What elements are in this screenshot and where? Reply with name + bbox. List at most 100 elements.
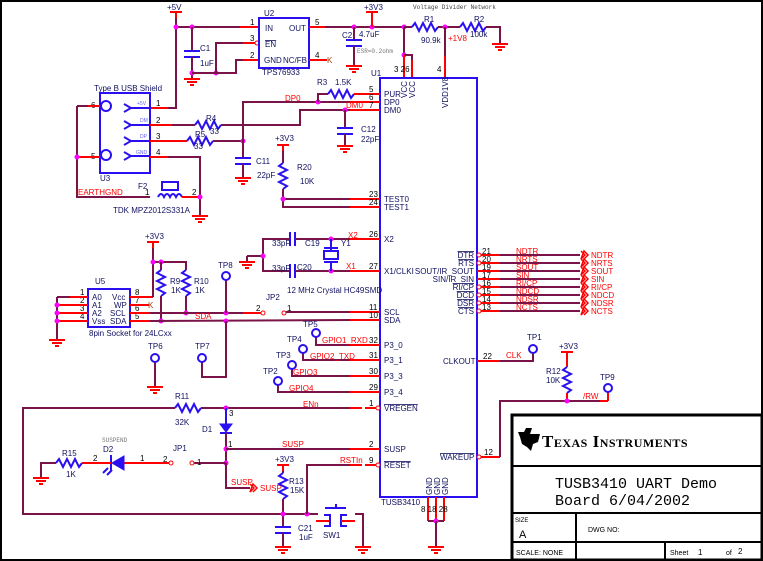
- u1-right-pins: 21DTR NDTR NDTR20RTS NRTS NRTS19SOUT/IR_SOUT…: [415, 247, 614, 316]
- no-connect-icon: K: [148, 301, 154, 310]
- jp2-pin-2[interactable]: [260, 310, 266, 316]
- tp1-testpoint[interactable]: [528, 344, 538, 354]
- pin-number: 3: [156, 132, 161, 141]
- pin-number: 2: [256, 304, 261, 313]
- dwg-no-label: DWG NO:: [588, 527, 620, 534]
- offpage-connector-icon: [580, 290, 589, 300]
- jp1-pin-2[interactable]: [168, 460, 174, 466]
- jp1-ref: JP1: [173, 444, 187, 453]
- r20-ref: R20: [297, 163, 312, 172]
- r1-resistor: [411, 22, 439, 32]
- regulator-section: +5V C1 1uF U2 TPS76933 IN EN GND OUT NC/…: [150, 3, 404, 109]
- f2-part: TDK MPZ2012S331A: [113, 206, 191, 215]
- drawing-title-line1: TUSB3410 UART Demo: [555, 476, 717, 493]
- pin-number: 30: [369, 367, 378, 376]
- inversion-bubble: [476, 260, 482, 266]
- u2-pin-out: OUT: [289, 24, 306, 33]
- pin-number: 32: [369, 336, 378, 345]
- tp4-ref: TP4: [287, 335, 302, 344]
- pin-number: 1: [228, 440, 233, 449]
- pin-number: 1: [156, 99, 161, 108]
- tp8-testpoint[interactable]: [221, 271, 231, 281]
- r2-ref: R2: [474, 15, 485, 24]
- u1-pin-reset: RESET: [384, 461, 411, 470]
- pin-number: 1: [197, 458, 202, 467]
- tp4-testpoint[interactable]: [298, 344, 308, 354]
- u1-pin-p3-0: P3_0: [384, 341, 403, 350]
- y1-crystal: [323, 250, 339, 260]
- tp6-ref: TP6: [148, 342, 163, 351]
- usb-data-path: R4 33 R5 33 R3 1.5K DP0 DM0 C11 22pF C12…: [150, 78, 379, 208]
- size-value: A: [519, 529, 527, 541]
- r1-value: 90.9k: [421, 36, 442, 45]
- c11-ref: C11: [256, 157, 271, 166]
- offpage-connector-icon: [580, 306, 589, 316]
- pin-number: 1: [250, 18, 255, 27]
- sw1-ref: SW1: [323, 531, 341, 540]
- r4-value: 33: [210, 127, 219, 136]
- d2-label: SUSPEND: [102, 437, 128, 444]
- u5-ref: U5: [95, 277, 106, 286]
- sheet-label: Sheet: [670, 550, 688, 557]
- u1-pin-dm0: DM0: [384, 106, 401, 115]
- net-rstin: RSTIn: [340, 456, 363, 465]
- r12-ref: R12: [546, 367, 561, 376]
- c21-ref: C21: [298, 524, 313, 533]
- u1-pin-cts: CTS: [458, 307, 474, 316]
- inversion-bubble: [476, 300, 482, 306]
- u2-pin-en: EN: [265, 40, 276, 49]
- u1-pin-x1-clki: X1/CLKI: [384, 267, 414, 276]
- u3-label-gnd: GND: [136, 150, 148, 156]
- divider-title: Voltage Divider Network: [413, 4, 496, 11]
- c20-ref: C20: [297, 263, 312, 272]
- power-3v3-label: +3V3: [275, 455, 294, 464]
- r10-ref: R10: [194, 277, 209, 286]
- net-susp-offpage: SUSP: [231, 478, 253, 487]
- power-3v3-label: +3V3: [145, 232, 164, 241]
- power-3v3-label: +3V3: [364, 3, 383, 12]
- net-sda: SDA: [195, 312, 212, 321]
- pin-number: 4: [156, 148, 161, 157]
- net-rw: /RW: [583, 392, 599, 401]
- pin-number: 7: [369, 101, 374, 110]
- c12-value: 22pF: [361, 135, 379, 144]
- tp7-testpoint[interactable]: [197, 353, 207, 363]
- net-earthgnd: EARTHGND: [78, 188, 123, 197]
- crystal-description: 12 MHz Crystal HC49SMD: [287, 286, 382, 295]
- tp9-testpoint[interactable]: [603, 383, 613, 393]
- d2-led: [111, 455, 125, 471]
- sheet-total: 2: [738, 547, 743, 556]
- u1-pin-gnd: GND: [441, 477, 450, 495]
- u1-pin-vdd: VDD1V8: [441, 76, 450, 108]
- r10-resistor: [181, 269, 191, 297]
- d2-ref: D2: [103, 445, 114, 454]
- r2-value: 100k: [470, 30, 488, 39]
- jp1-pin-1[interactable]: [189, 460, 195, 466]
- pin-number: 22: [483, 352, 492, 361]
- sw1-pushbutton[interactable]: [316, 504, 355, 527]
- power-3v3-label: +3V3: [275, 134, 294, 143]
- u5-pin-sda: SDA: [110, 317, 127, 326]
- u2-pin-gnd: GND: [264, 56, 282, 65]
- tp2-testpoint[interactable]: [273, 376, 283, 386]
- u3-label-dp: DP: [140, 134, 148, 140]
- pin-number: 26: [369, 230, 378, 239]
- r4-ref: R4: [206, 114, 217, 123]
- jp2-pin-1[interactable]: [281, 310, 287, 316]
- power-5v-label: +5V: [167, 3, 182, 12]
- tp5-testpoint[interactable]: [311, 328, 321, 338]
- u5-pin-vss: Vss: [92, 317, 105, 326]
- r9-ref: R9: [170, 277, 181, 286]
- tp1-ref: TP1: [527, 333, 542, 342]
- u5-description: 8pin Socket for 24LCxx: [89, 329, 172, 338]
- tp6-testpoint[interactable]: [150, 353, 160, 363]
- c20-value: 33pF: [272, 264, 290, 273]
- company-name: Texas Instruments: [542, 432, 688, 451]
- net-gpio2-txd: GPIO2_TXD: [310, 352, 355, 361]
- voltage-divider: Voltage Divider Network R1 90.9k +1V8 R2…: [394, 4, 509, 78]
- r13-ref: R13: [289, 477, 304, 486]
- u3-label-dm: DM: [140, 118, 148, 124]
- tp8-ref: TP8: [218, 261, 233, 270]
- r11-ref: R11: [175, 392, 190, 401]
- c11-capacitor: [234, 157, 252, 165]
